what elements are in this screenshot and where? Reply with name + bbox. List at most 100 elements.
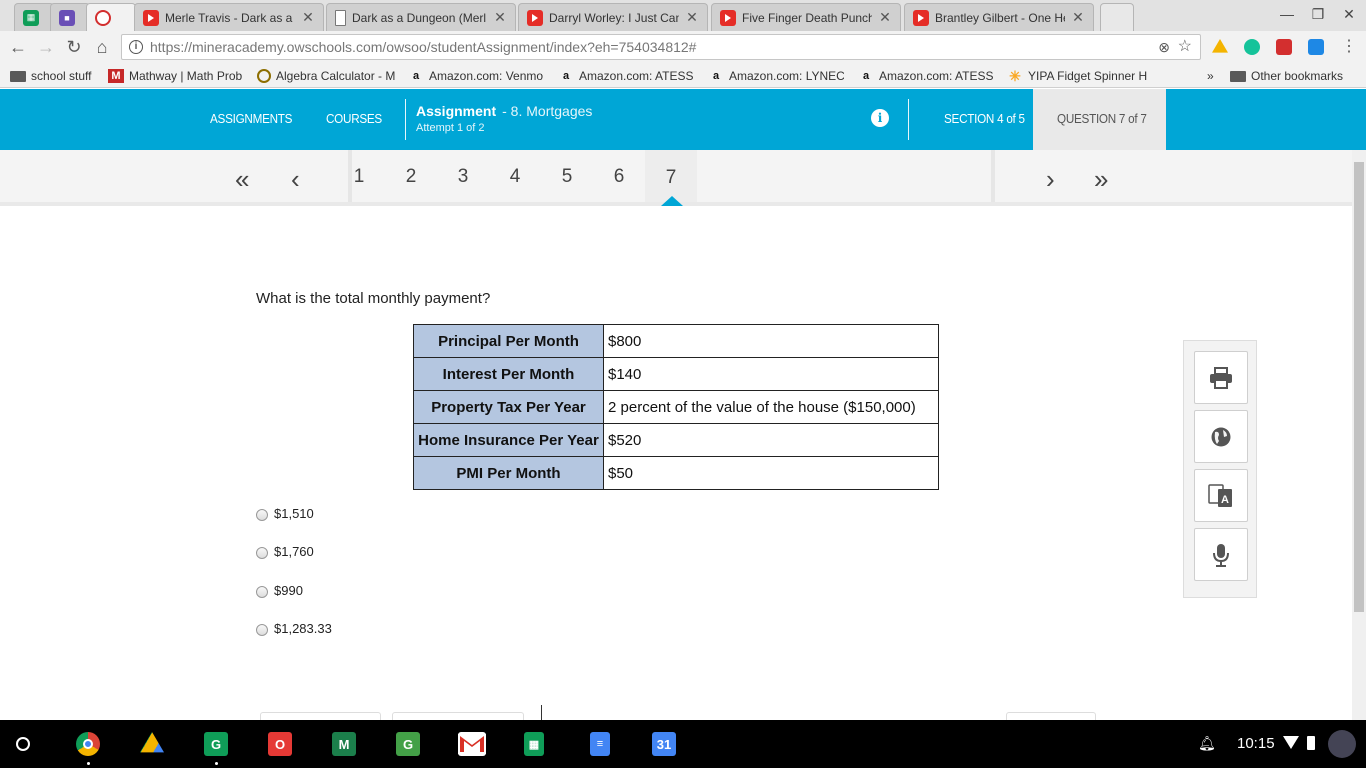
bookmarks-bar: school stuff M Mathway | Math Prob Algeb… [0, 63, 1366, 88]
nav-assignments[interactable]: ASSIGNMENTS [210, 111, 292, 126]
info-icon[interactable]: i [871, 109, 889, 127]
assignment-name: - 8. Mortgages [502, 103, 593, 119]
sheets-icon[interactable]: ▦ [524, 732, 544, 756]
radio-button[interactable] [256, 624, 268, 636]
system-clock[interactable]: 10:15 [1237, 735, 1275, 752]
tab-brantley-gilbert[interactable]: Brantley Gilbert - One He ✕ [904, 3, 1094, 31]
tab-dark-as-dungeon[interactable]: Dark as a Dungeon (Merl ✕ [326, 3, 516, 31]
read-aloud-button[interactable] [1194, 528, 1248, 581]
tab-classroom[interactable]: ■ [50, 3, 90, 31]
minimize-icon[interactable]: — [1272, 4, 1302, 24]
last-question-icon[interactable]: » [1094, 164, 1108, 195]
avatar[interactable] [1328, 730, 1356, 758]
chrome-icon[interactable] [76, 732, 100, 756]
close-tab-icon[interactable]: ✕ [1071, 9, 1085, 26]
first-question-icon[interactable]: « [235, 164, 249, 195]
close-tab-icon[interactable]: ✕ [301, 9, 315, 26]
close-window-icon[interactable]: ✕ [1334, 4, 1364, 24]
calendar-icon[interactable]: 31 [652, 732, 676, 756]
menu-icon[interactable]: ⋮ [1338, 36, 1360, 58]
question-link-5[interactable]: 5 [541, 166, 593, 188]
table-row: Interest Per Month $140 [413, 357, 939, 391]
question-link-3[interactable]: 3 [437, 166, 489, 188]
scrollbar-thumb[interactable] [1354, 162, 1364, 612]
radio-button[interactable] [256, 547, 268, 559]
app-g-icon[interactable]: G [396, 732, 420, 756]
folder-icon [1230, 70, 1246, 82]
launcher-icon[interactable] [16, 737, 30, 751]
sheets-icon: ▦ [23, 9, 39, 26]
question-link-2[interactable]: 2 [385, 166, 437, 188]
bookmark-amazon-atess-2[interactable]: a Amazon.com: ATESS [858, 67, 994, 85]
docs-icon[interactable]: ≡ [590, 732, 610, 756]
home-icon[interactable]: ⌂ [91, 36, 113, 58]
amazon-icon: a [712, 70, 720, 82]
drive-extension-icon[interactable] [1212, 39, 1228, 53]
address-bar[interactable]: i https://mineracademy.owschools.com/ows… [121, 34, 1201, 60]
running-indicator [87, 762, 90, 765]
nav-courses[interactable]: COURSES [326, 111, 382, 126]
blocked-content-icon[interactable]: ⊗ [1158, 35, 1170, 59]
notification-bell-icon[interactable]: 🔔︎ [1198, 735, 1216, 752]
question-indicator-box: QUESTION 7 of 7 [1033, 89, 1166, 150]
question-link-1[interactable]: 1 [333, 166, 385, 188]
tab-owschools[interactable] [86, 3, 136, 31]
bookmark-school-stuff[interactable]: school stuff [10, 67, 105, 85]
tab-sheets[interactable]: ▦ [14, 3, 54, 31]
youtube-icon [913, 9, 929, 26]
back-icon[interactable]: ← [7, 36, 29, 58]
amazon-icon: a [562, 70, 570, 82]
restore-icon[interactable]: ❐ [1303, 4, 1333, 24]
close-tab-icon[interactable]: ✕ [685, 9, 699, 26]
walmart-icon: ✳ [1009, 67, 1021, 84]
other-bookmarks-label: Other bookmarks [1251, 69, 1344, 83]
question-link-7-current[interactable]: 7 [645, 150, 697, 202]
battery-icon[interactable] [1307, 736, 1315, 750]
choice-label: $1,283.33 [274, 621, 332, 636]
gmail-icon[interactable] [458, 732, 486, 756]
translate-page-button[interactable] [1194, 410, 1248, 463]
question-link-6[interactable]: 6 [593, 166, 645, 188]
close-tab-icon[interactable]: ✕ [878, 9, 892, 26]
office-icon[interactable]: O [268, 732, 292, 756]
bookmarks-overflow[interactable]: » [1207, 67, 1221, 85]
tab-five-finger[interactable]: Five Finger Death Punch ✕ [711, 3, 901, 31]
language-button[interactable]: A [1194, 469, 1248, 522]
reload-icon[interactable]: ↻ [63, 36, 85, 58]
close-tab-icon[interactable]: ✕ [493, 9, 507, 26]
other-bookmarks[interactable]: Other bookmarks [1230, 67, 1360, 85]
bookmark-label: Mathway | Math Prob [129, 69, 243, 83]
page-scrollbar[interactable] [1352, 150, 1366, 720]
grammarly-icon[interactable] [1244, 39, 1260, 55]
answer-choice-4[interactable]: $1,283.33 [256, 621, 332, 636]
extension-icon[interactable] [1308, 39, 1324, 55]
printer-icon [1210, 366, 1232, 389]
next-question-icon[interactable]: › [1046, 164, 1055, 195]
bookmark-algebra-calculator[interactable]: Algebra Calculator - M [257, 67, 397, 85]
question-link-4[interactable]: 4 [489, 166, 541, 188]
answer-choice-1[interactable]: $1,510 [256, 506, 314, 521]
print-button[interactable] [1194, 351, 1248, 404]
bookmark-star-icon[interactable]: ☆ [1178, 35, 1192, 59]
bookmark-yipa-fidget[interactable]: ✳ YIPA Fidget Spinner H [1007, 67, 1147, 85]
bookmark-mathway[interactable]: M Mathway | Math Prob [108, 67, 248, 85]
radio-button[interactable] [256, 509, 268, 521]
forward-icon[interactable]: → [35, 36, 57, 58]
previous-question-icon[interactable]: ‹ [291, 164, 300, 195]
wifi-icon[interactable] [1283, 736, 1299, 749]
bookmark-extension-icon[interactable] [1276, 39, 1292, 55]
tab-merle-travis[interactable]: Merle Travis - Dark as a D ✕ [134, 3, 324, 31]
answer-choice-2[interactable]: $1,760 [256, 544, 314, 559]
radio-button[interactable] [256, 586, 268, 598]
classroom-green-icon[interactable]: G [204, 732, 228, 756]
app-m-icon[interactable]: M [332, 732, 356, 756]
drive-icon[interactable] [140, 732, 164, 753]
tab-darryl-worley[interactable]: Darryl Worley: I Just Can ✕ [518, 3, 708, 31]
bookmark-amazon-lynec[interactable]: a Amazon.com: LYNEC [708, 67, 844, 85]
bookmark-amazon-venmo[interactable]: a Amazon.com: Venmo [408, 67, 546, 85]
answer-choice-3[interactable]: $990 [256, 583, 303, 598]
new-tab-button[interactable] [1100, 3, 1134, 31]
bookmark-amazon-atess[interactable]: a Amazon.com: ATESS [558, 67, 694, 85]
row-label: Home Insurance Per Year [413, 423, 604, 457]
site-info-icon[interactable]: i [129, 40, 143, 54]
